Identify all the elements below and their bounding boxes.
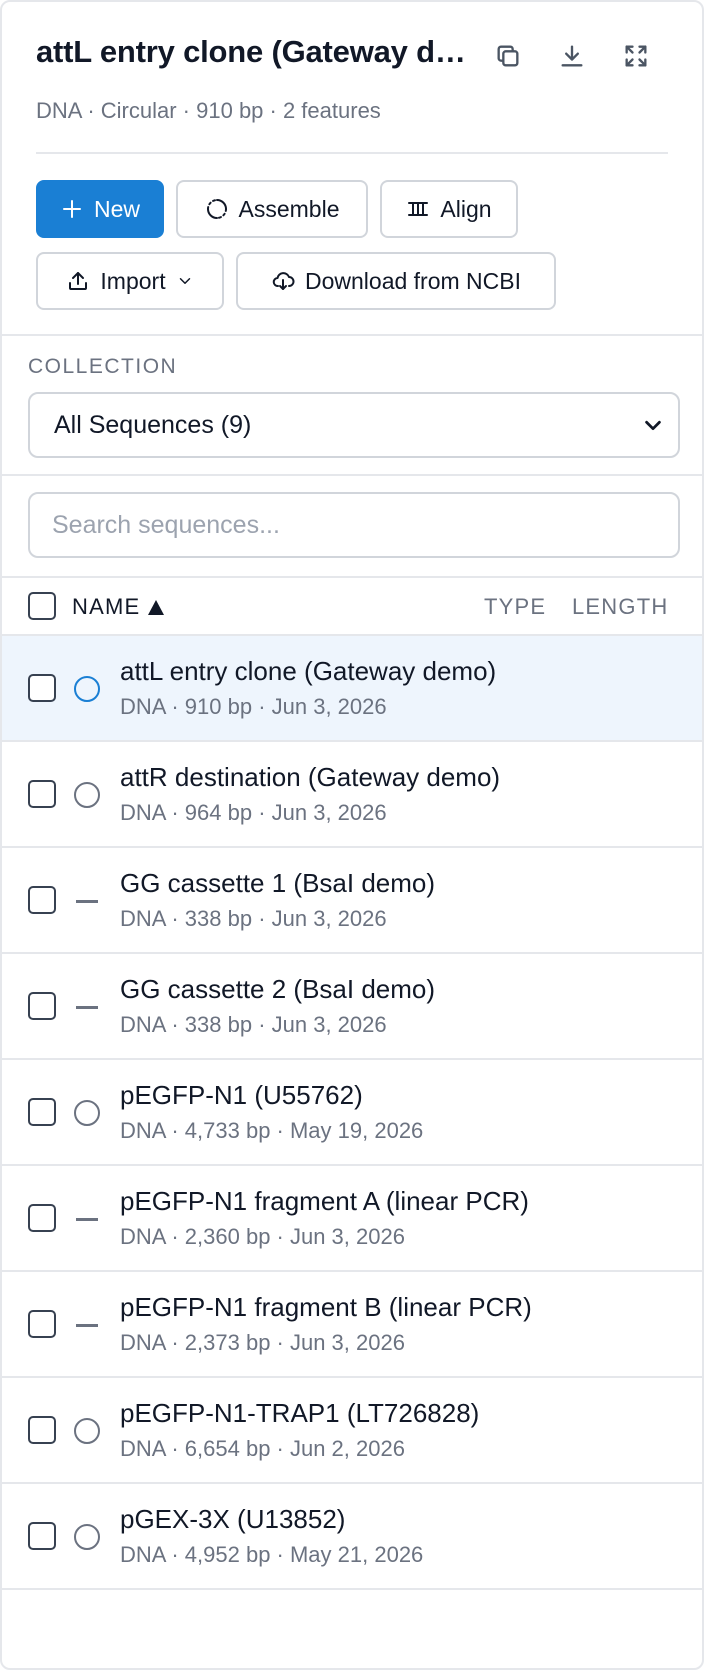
sequence-name: GG cassette 1 (BsaI demo) — [120, 868, 436, 898]
chevron-down-icon — [642, 414, 664, 436]
row-checkbox[interactable] — [28, 1310, 56, 1338]
download-ncbi-button[interactable]: Download from NCBI — [236, 252, 556, 310]
sequence-name: pEGFP-N1 (U55762) — [120, 1080, 363, 1110]
sequence-name: attL entry clone (Gateway demo) — [120, 656, 497, 686]
circular-topology-icon — [74, 782, 100, 808]
duplicate-button[interactable] — [488, 36, 528, 76]
divider — [2, 474, 702, 476]
plus-icon — [62, 200, 81, 218]
sequence-meta: DNA · 964 bp · Jun 3, 2026 — [120, 800, 387, 825]
length-column-header[interactable]: LENGTH — [572, 594, 668, 620]
sequence-name: GG cassette 2 (BsaI demo) — [120, 974, 436, 1004]
row-checkbox[interactable] — [28, 992, 56, 1020]
row-checkbox[interactable] — [28, 1098, 56, 1126]
select-all-checkbox[interactable] — [28, 592, 56, 620]
chevron-down-icon — [179, 278, 190, 284]
sequence-name: pEGFP-N1 fragment A (linear PCR) — [120, 1186, 529, 1216]
download-ncbi-label: Download from NCBI — [304, 267, 522, 294]
cloud-download-icon — [272, 272, 295, 290]
divider — [36, 152, 668, 154]
list-item[interactable]: pGEX-3X (U13852) DNA · 4,952 bp · May 21,… — [2, 1482, 702, 1588]
circular-topology-icon — [74, 1100, 100, 1126]
assemble-icon — [206, 199, 227, 219]
circular-topology-icon — [74, 676, 100, 702]
assemble-button-label: Assemble — [238, 195, 340, 222]
sequence-title: attL entry clone (Gateway demo) — [36, 34, 466, 69]
sequence-name: pEGFP-N1 fragment B (linear PCR) — [120, 1292, 532, 1322]
linear-topology-icon — [74, 1312, 100, 1338]
list-item[interactable]: GG cassette 2 (BsaI demo) DNA · 338 bp · … — [2, 952, 702, 1058]
sequence-name: pEGFP-N1-TRAP1 (LT726828) — [120, 1398, 480, 1428]
list-item[interactable]: attR destination (Gateway demo) DNA · 964… — [2, 740, 702, 846]
list-item[interactable]: GG cassette 1 (BsaI demo) DNA · 338 bp · … — [2, 846, 702, 952]
expand-icon — [625, 45, 647, 67]
collection-select[interactable]: All Sequences (9) — [28, 392, 680, 458]
sequence-meta: DNA · 910 bp · Jun 3, 2026 — [120, 694, 387, 719]
upload-icon — [69, 272, 88, 290]
download-button[interactable] — [552, 36, 592, 76]
sequence-subtitle: DNA · Circular · 910 bp · 2 features — [36, 98, 381, 123]
sequence-meta: DNA · 338 bp · Jun 3, 2026 — [120, 1012, 387, 1037]
name-column-label: NAME — [72, 594, 141, 619]
sequence-panel: attL entry clone (Gateway demo) DNA · Ci… — [0, 0, 704, 1670]
sequence-meta: DNA · 4,733 bp · May 19, 2026 — [120, 1118, 424, 1143]
collection-label: COLLECTION — [28, 355, 178, 378]
name-column-header[interactable]: NAME — [72, 594, 165, 620]
row-checkbox[interactable] — [28, 1204, 56, 1232]
panel-header: attL entry clone (Gateway demo) — [36, 32, 668, 76]
row-checkbox[interactable] — [28, 1522, 56, 1550]
sort-ascending-icon — [148, 599, 165, 615]
sequence-name: attR destination (Gateway demo) — [120, 762, 501, 792]
search-input[interactable] — [28, 492, 680, 558]
divider — [2, 334, 702, 336]
align-button-label: Align — [440, 195, 492, 222]
import-button-label: Import — [100, 267, 166, 294]
row-checkbox[interactable] — [28, 674, 56, 702]
table-header: NAME TYPE LENGTH — [2, 578, 702, 634]
sequence-meta: DNA · 6,654 bp · Jun 2, 2026 — [120, 1436, 405, 1461]
sequence-meta: DNA · 338 bp · Jun 3, 2026 — [120, 906, 387, 931]
align-icon — [408, 202, 429, 216]
linear-topology-icon — [74, 1206, 100, 1232]
assemble-button[interactable]: Assemble — [176, 180, 368, 238]
list-item[interactable]: pEGFP-N1 fragment A (linear PCR) DNA · 2,… — [2, 1164, 702, 1270]
list-item[interactable]: pEGFP-N1 fragment B (linear PCR) DNA · 2,… — [2, 1270, 702, 1376]
expand-button[interactable] — [616, 36, 656, 76]
sequence-meta: DNA · 4,952 bp · May 21, 2026 — [120, 1542, 424, 1567]
linear-topology-icon — [74, 994, 100, 1020]
download-icon — [561, 45, 583, 67]
sequence-meta: DNA · 2,373 bp · Jun 3, 2026 — [120, 1330, 405, 1355]
circular-topology-icon — [74, 1524, 100, 1550]
list-item[interactable]: pEGFP-N1 (U55762) DNA · 4,733 bp · May 19… — [2, 1058, 702, 1164]
copy-icon — [497, 45, 519, 67]
sequence-name: pGEX-3X (U13852) — [120, 1504, 346, 1534]
row-checkbox[interactable] — [28, 780, 56, 808]
list-item[interactable]: pEGFP-N1-TRAP1 (LT726828) DNA · 6,654 bp … — [2, 1376, 702, 1482]
new-button-label: New — [93, 195, 140, 222]
collection-selected-value: All Sequences (9) — [54, 410, 252, 439]
list-item[interactable]: attL entry clone (Gateway demo) DNA · 910… — [2, 634, 702, 740]
divider — [2, 1588, 702, 1590]
row-checkbox[interactable] — [28, 1416, 56, 1444]
align-button[interactable]: Align — [380, 180, 518, 238]
import-dropdown-button[interactable]: Import — [36, 252, 224, 310]
row-checkbox[interactable] — [28, 886, 56, 914]
new-button[interactable]: New — [36, 180, 164, 238]
sequence-meta: DNA · 2,360 bp · Jun 3, 2026 — [120, 1224, 405, 1249]
type-column-header[interactable]: TYPE — [484, 594, 546, 620]
circular-topology-icon — [74, 1418, 100, 1444]
linear-topology-icon — [74, 888, 100, 914]
